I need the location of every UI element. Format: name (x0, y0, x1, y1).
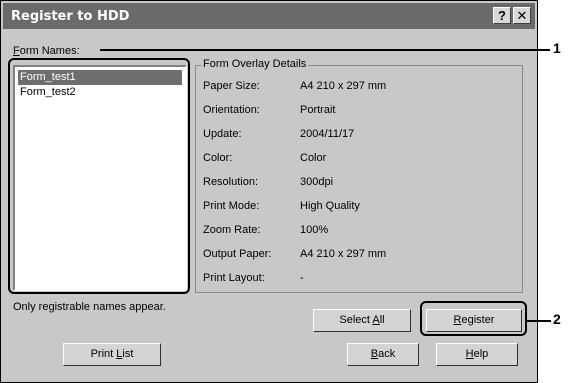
detail-value: A4 210 x 297 mm (300, 80, 387, 92)
detail-label: Print Mode: (203, 200, 260, 212)
detail-value: 300dpi (300, 176, 334, 188)
detail-label: Zoom Rate: (203, 224, 261, 236)
detail-label: Output Paper: (203, 248, 272, 260)
detail-label: Color: (203, 152, 233, 164)
callout-2-highlight (420, 301, 527, 336)
window-title: Register to HDD (11, 9, 130, 24)
detail-value: - (300, 272, 304, 284)
callout-1-number: 1 (553, 40, 561, 56)
detail-label: Orientation: (203, 104, 260, 116)
callout-2-line (527, 320, 551, 322)
detail-label: Paper Size: (203, 80, 260, 92)
callout-2-number: 2 (553, 311, 561, 327)
detail-value: Portrait (300, 104, 336, 116)
callout-1-line (100, 49, 550, 51)
close-icon[interactable]: ✕ (513, 7, 531, 24)
detail-label: Update: (203, 128, 242, 140)
detail-value: 2004/11/17 (300, 128, 355, 140)
print-list-button[interactable]: Print List (63, 343, 161, 366)
detail-value: 100% (300, 224, 329, 236)
detail-label: Resolution: (203, 176, 259, 188)
detail-label: Print Layout: (203, 272, 265, 284)
help-button[interactable]: Help (436, 343, 518, 366)
registrable-hint: Only registrable names appear. (13, 301, 166, 313)
detail-value: Color (300, 152, 327, 164)
detail-value: A4 210 x 297 mm (300, 248, 387, 260)
form-overlay-details-title: Form Overlay Details (201, 58, 309, 70)
back-button[interactable]: Back (347, 343, 419, 366)
callout-1-highlight (8, 58, 190, 294)
title-bar: Register to HDD ? ✕ (3, 3, 535, 29)
form-names-label: Form Names: (13, 45, 80, 57)
help-question-icon[interactable]: ? (493, 7, 511, 24)
detail-value: High Quality (300, 200, 360, 212)
select-all-button[interactable]: Select All (313, 309, 411, 332)
